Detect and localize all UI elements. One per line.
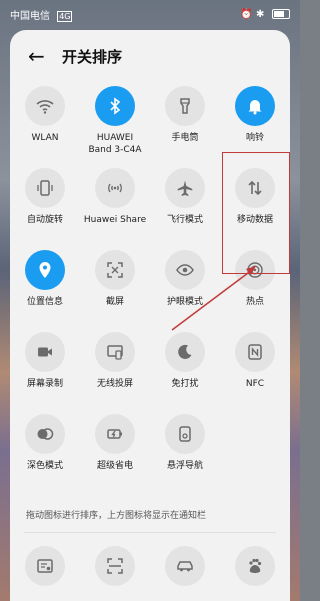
tile-label: 自动旋转: [26, 215, 63, 225]
divider: [24, 532, 276, 533]
tile-label: 屏幕录制: [26, 379, 63, 389]
tile-label: 悬浮导航: [166, 461, 203, 471]
airplane-icon: [165, 168, 205, 208]
tile-floating-navigation[interactable]: 悬浮导航: [150, 410, 220, 490]
tile-label: 无线投屏: [96, 379, 133, 389]
tile-label: NFC: [245, 379, 265, 389]
car-icon[interactable]: [165, 546, 205, 586]
tile-label: HUAWEI Band 3-C4A: [88, 133, 142, 155]
annotation-box: [222, 152, 290, 274]
tile-label: 飞行模式: [166, 215, 203, 225]
tile-screenshot[interactable]: 截屏: [80, 246, 150, 326]
auto-rotate-icon: [25, 168, 65, 208]
switch-sort-panel: ← 开关排序 WLAN HUAWEI Band 3-C4A 手电筒 响铃自动旋转 Hua…: [10, 30, 290, 601]
eye-comfort-icon: [165, 250, 205, 290]
screen-record-icon: [25, 332, 65, 372]
tile-auto-rotate[interactable]: 自动旋转: [10, 164, 80, 244]
baidu-icon[interactable]: [235, 546, 275, 586]
network-type: 4G: [57, 10, 73, 22]
tile-label: 响铃: [245, 133, 264, 143]
wifi-icon: [25, 86, 65, 126]
bell-icon: [235, 86, 275, 126]
tile-location[interactable]: 位置信息: [10, 246, 80, 326]
floating-navigation-icon: [165, 414, 205, 454]
huawei-share-icon: [95, 168, 135, 208]
flashlight-icon: [165, 86, 205, 126]
alarm-icon: ⏰: [240, 9, 253, 20]
tile-label: 热点: [245, 297, 264, 307]
tile-do-not-disturb[interactable]: 免打扰: [150, 328, 220, 408]
location-icon: [25, 250, 65, 290]
tile-screen-record[interactable]: 屏幕录制: [10, 328, 80, 408]
back-arrow-icon[interactable]: ←: [28, 44, 54, 68]
tile-nfc[interactable]: NFC: [220, 328, 290, 408]
tile-label: 超级省电: [96, 461, 133, 471]
page-title: 开关排序: [62, 47, 123, 66]
tile-airplane[interactable]: 飞行模式: [150, 164, 220, 244]
ultra-power-saving-icon: [95, 414, 135, 454]
carrier-name: 中国电信: [10, 10, 50, 22]
carrier-info: 中国电信 4G: [10, 7, 73, 22]
tile-label: WLAN: [31, 133, 59, 143]
battery-icon: [272, 9, 290, 19]
bluetooth-icon: [95, 86, 135, 126]
tile-label: 免打扰: [171, 379, 199, 389]
tile-bluetooth[interactable]: HUAWEI Band 3-C4A: [80, 82, 150, 162]
screenshot-icon: [95, 250, 135, 290]
tile-label: 位置信息: [26, 297, 63, 307]
tile-wifi[interactable]: WLAN: [10, 82, 80, 162]
scan-icon[interactable]: [95, 546, 135, 586]
card-icon[interactable]: [25, 546, 65, 586]
dark-mode-icon: [25, 414, 65, 454]
tile-eye-comfort[interactable]: 护眼模式: [150, 246, 220, 326]
do-not-disturb-icon: [165, 332, 205, 372]
tile-label: Huawei Share: [83, 215, 147, 225]
tile-bell[interactable]: 响铃: [220, 82, 290, 162]
tile-ultra-power-saving[interactable]: 超级省电: [80, 410, 150, 490]
tile-flashlight[interactable]: 手电筒: [150, 82, 220, 162]
status-bar: 中国电信 4G ⏰ ✱: [0, 0, 300, 28]
tile-huawei-share[interactable]: Huawei Share: [80, 164, 150, 244]
tile-dark-mode[interactable]: 深色模式: [10, 410, 80, 490]
tile-label: 手电筒: [171, 133, 199, 143]
nfc-icon: [235, 332, 275, 372]
bluetooth-status-icon: ✱: [256, 9, 265, 20]
header: ← 开关排序: [10, 30, 290, 82]
hint-text: 拖动图标进行排序，上方图标将显示在通知栏: [26, 511, 207, 521]
wireless-projection-icon: [95, 332, 135, 372]
tile-label: 截屏: [105, 297, 124, 307]
tile-label: 深色模式: [26, 461, 63, 471]
tile-wireless-projection[interactable]: 无线投屏: [80, 328, 150, 408]
tile-label: 护眼模式: [166, 297, 203, 307]
status-icons: ⏰ ✱: [240, 9, 290, 20]
